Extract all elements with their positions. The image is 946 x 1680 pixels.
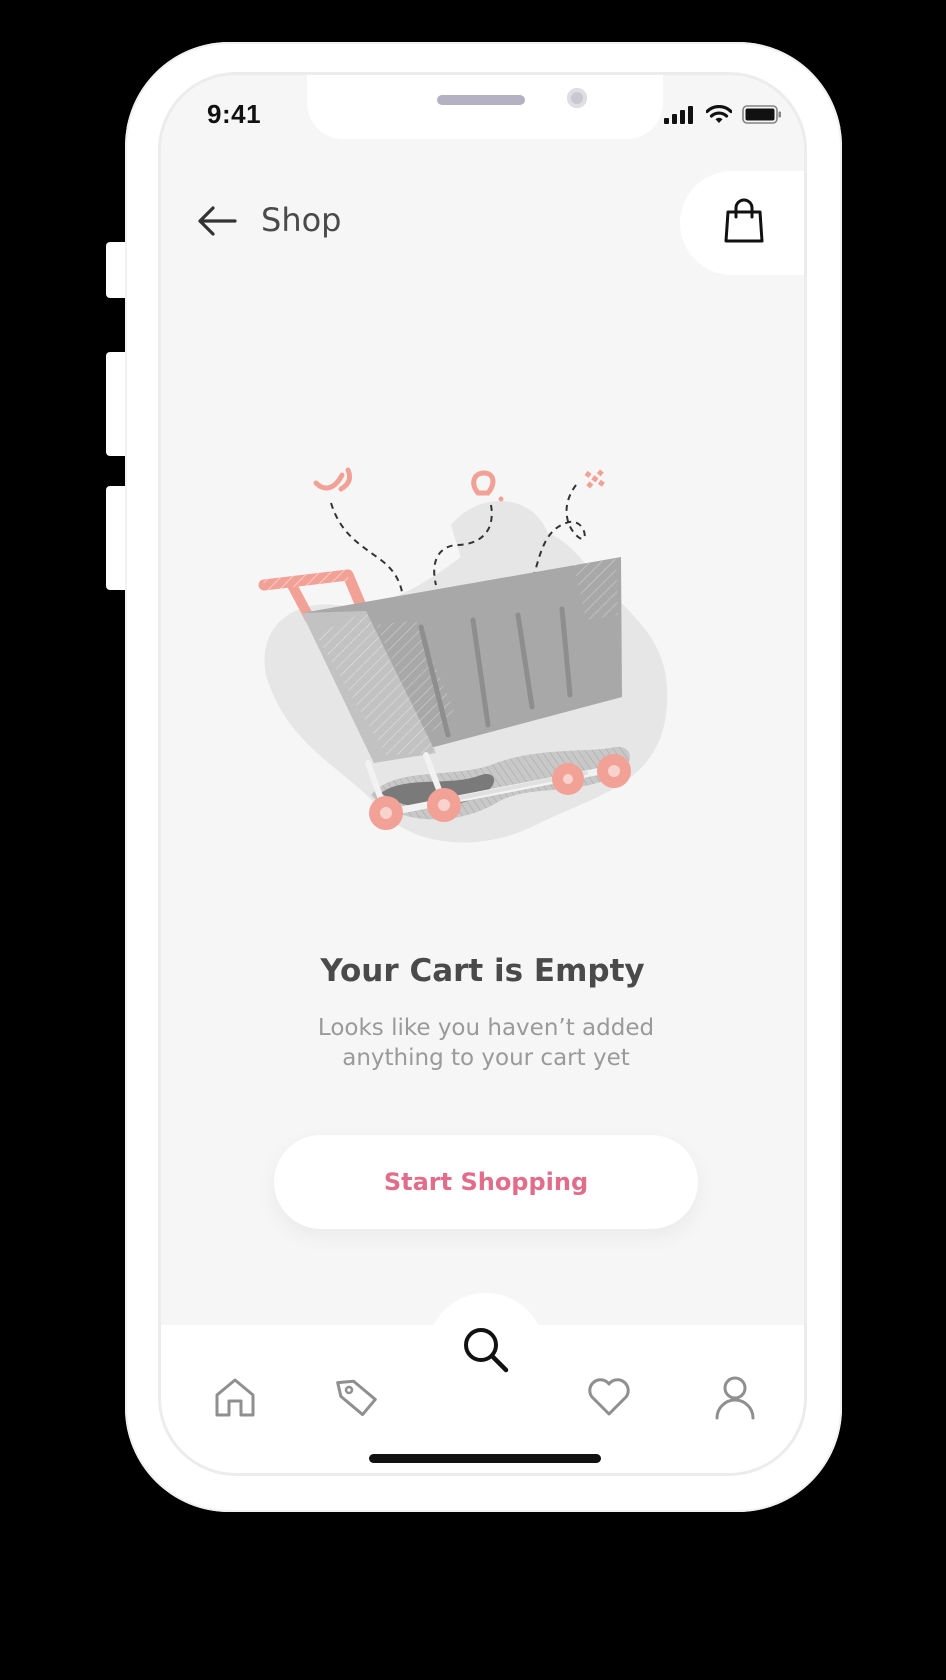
start-shopping-label: Start Shopping	[383, 1168, 589, 1196]
empty-cart-title: Your Cart is Empty	[320, 953, 645, 989]
empty-cart-subtitle-line-2: anything to your cart yet	[342, 1045, 630, 1071]
page-title: Shop	[261, 201, 342, 239]
empty-cart-subtitle-line-1: Looks like you haven’t added	[317, 1015, 655, 1041]
home-indicator	[369, 1454, 601, 1463]
phone-screen: 9:41 Shop Your Cart is Empty Looks like …	[158, 72, 807, 1476]
tab-profile[interactable]	[705, 1369, 765, 1429]
tab-search[interactable]	[427, 1293, 545, 1411]
start-shopping-button[interactable]: Start Shopping	[274, 1135, 698, 1229]
shopping-bag-icon	[723, 198, 765, 248]
tab-favorites[interactable]	[579, 1369, 639, 1429]
speaker-grille	[437, 95, 525, 105]
signal-icon	[664, 105, 696, 128]
front-camera	[567, 88, 587, 108]
stage: 9:41 Shop Your Cart is Empty Looks like …	[0, 0, 946, 1680]
header: Shop	[161, 171, 804, 275]
search-icon	[461, 1325, 511, 1379]
home-icon	[213, 1375, 257, 1423]
arrow-left-icon	[195, 206, 239, 245]
battery-icon	[742, 105, 782, 128]
status-icons	[664, 104, 782, 128]
tab-home[interactable]	[205, 1369, 265, 1429]
status-time: 9:41	[207, 99, 262, 129]
tag-icon	[335, 1375, 379, 1423]
notch	[307, 75, 663, 139]
empty-cart-subtitle: Looks like you haven’t added anything to…	[271, 1013, 701, 1073]
cart-button[interactable]	[680, 171, 804, 275]
empty-cart-illustration	[256, 375, 716, 855]
back-button[interactable]	[195, 201, 243, 241]
user-icon	[713, 1374, 757, 1424]
heart-icon	[587, 1377, 631, 1421]
tab-deals[interactable]	[327, 1369, 387, 1429]
wifi-icon	[705, 104, 733, 128]
